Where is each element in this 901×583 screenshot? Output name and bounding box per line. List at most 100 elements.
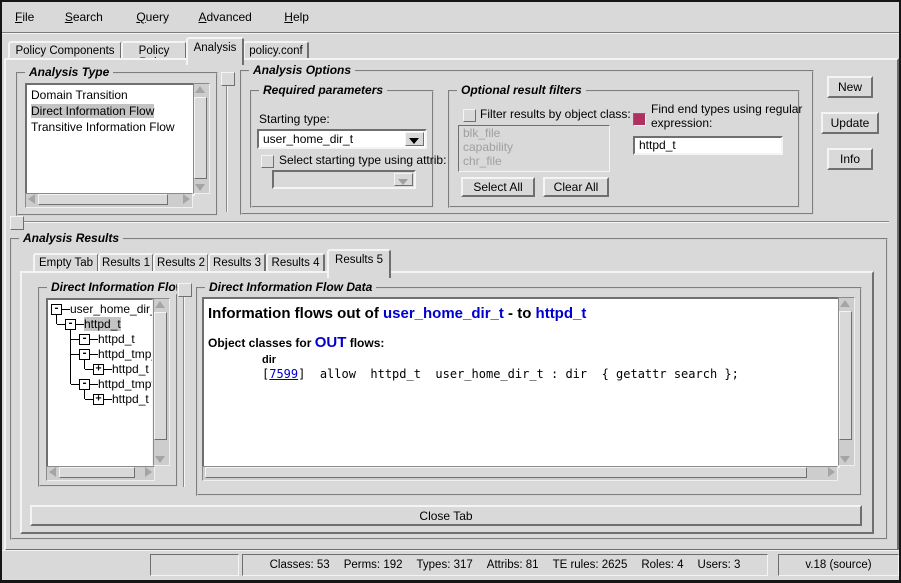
combo-dropdown-button[interactable] bbox=[405, 132, 424, 146]
close-tab-button[interactable]: Close Tab bbox=[30, 505, 862, 526]
required-parameters-frame: Required parameters bbox=[250, 90, 434, 208]
scroll-down-icon[interactable] bbox=[840, 456, 850, 463]
object-class-checkbox[interactable] bbox=[463, 109, 476, 122]
chevron-down-icon bbox=[398, 179, 408, 185]
regex-checkbox[interactable] bbox=[633, 113, 646, 126]
policy-stats-panel: Classes: 53 Perms: 192 Types: 317 Attrib… bbox=[242, 554, 768, 576]
stat-perms: Perms: 192 bbox=[344, 559, 403, 571]
tree-vscrollbar[interactable] bbox=[153, 298, 170, 466]
list-item[interactable]: Domain Transition bbox=[27, 87, 193, 103]
update-button[interactable]: Update bbox=[821, 112, 879, 134]
analysis-type-vscrollbar[interactable] bbox=[193, 83, 210, 194]
pane-sash-handle[interactable] bbox=[221, 72, 235, 86]
scroll-down-icon[interactable] bbox=[155, 456, 165, 463]
menu-search[interactable]: Search bbox=[56, 2, 112, 24]
stat-te-rules: TE rules: 2625 bbox=[553, 559, 628, 571]
scroll-thumb[interactable] bbox=[154, 312, 167, 440]
results-tab-empty[interactable]: Empty Tab bbox=[33, 253, 99, 273]
scroll-right-icon[interactable] bbox=[145, 467, 152, 477]
starting-type-value: user_home_dir_t bbox=[263, 132, 353, 146]
target-type: httpd_t bbox=[536, 305, 587, 322]
menu-file[interactable]: File bbox=[6, 2, 43, 24]
results-sash[interactable] bbox=[23, 221, 889, 223]
flow-data-textarea[interactable]: Information flows out of user_home_dir_t… bbox=[202, 297, 840, 468]
tree-node[interactable]: user_home_dir_t bbox=[70, 302, 154, 316]
scroll-left-icon[interactable] bbox=[49, 467, 56, 477]
results-tab-3[interactable]: Results 3 bbox=[208, 253, 266, 273]
rule-number-link[interactable]: 7599 bbox=[269, 367, 298, 381]
tree-node[interactable]: httpd_t bbox=[112, 362, 149, 376]
scroll-up-icon[interactable] bbox=[155, 301, 165, 308]
results-tab-2[interactable]: Results 2 bbox=[153, 253, 209, 273]
list-item: chr_file bbox=[459, 154, 609, 168]
menu-advanced[interactable]: Advanced bbox=[189, 2, 260, 24]
tree-expand-toggle[interactable]: - bbox=[79, 334, 90, 345]
results-tab-1[interactable]: Results 1 bbox=[98, 253, 154, 273]
object-class-listbox-disabled: blk_file capability chr_file bbox=[458, 125, 610, 172]
scroll-down-icon[interactable] bbox=[195, 184, 205, 191]
tree-hscrollbar[interactable] bbox=[46, 466, 155, 481]
regex-input[interactable]: httpd_t bbox=[633, 136, 783, 155]
stat-roles: Roles: 4 bbox=[641, 559, 683, 571]
tree-connector bbox=[71, 339, 79, 340]
regex-label-line1: Find end types using regular bbox=[651, 102, 802, 116]
pane-sash[interactable] bbox=[226, 85, 228, 212]
scroll-thumb[interactable] bbox=[839, 311, 852, 440]
regex-label-line2: expression: bbox=[651, 116, 712, 130]
scroll-up-icon[interactable] bbox=[840, 300, 850, 307]
scroll-thumb[interactable] bbox=[59, 467, 135, 478]
new-button[interactable]: New bbox=[827, 76, 873, 98]
tree-node[interactable]: httpd_tmp_t bbox=[98, 347, 154, 361]
tree-data-sash[interactable] bbox=[183, 295, 185, 487]
tree-expand-toggle[interactable]: - bbox=[79, 379, 90, 390]
stat-attribs: Attribs: 81 bbox=[487, 559, 539, 571]
tree-connector bbox=[85, 369, 93, 370]
analysis-type-listbox: Domain Transition Direct Information Flo… bbox=[25, 83, 195, 196]
tree-expand-toggle[interactable]: - bbox=[79, 349, 90, 360]
attrib-checkbox-label: Select starting type using attrib: bbox=[279, 153, 446, 167]
results-sash-handle[interactable] bbox=[10, 216, 24, 230]
results-tab-5[interactable]: Results 5 bbox=[327, 249, 391, 278]
data-hscrollbar[interactable] bbox=[202, 466, 838, 481]
data-vscrollbar[interactable] bbox=[838, 297, 855, 466]
select-all-button[interactable]: Select All bbox=[461, 177, 535, 197]
info-button[interactable]: Info bbox=[827, 148, 873, 170]
list-item[interactable]: Direct Information Flow bbox=[27, 103, 193, 119]
tree-connector bbox=[57, 324, 65, 325]
results-tab-4[interactable]: Results 4 bbox=[266, 253, 325, 273]
required-parameters-title: Required parameters bbox=[259, 83, 387, 97]
scroll-thumb[interactable] bbox=[38, 194, 168, 205]
scroll-up-icon[interactable] bbox=[195, 86, 205, 93]
tree-node[interactable]: httpd_t bbox=[112, 392, 149, 406]
analysis-type-hscrollbar[interactable] bbox=[25, 193, 193, 208]
list-item[interactable]: Transitive Information Flow bbox=[27, 119, 193, 135]
clear-all-button[interactable]: Clear All bbox=[543, 177, 609, 197]
attrib-combobox-disabled bbox=[272, 170, 416, 189]
flow-header: Information flows out of user_home_dir_t… bbox=[208, 305, 838, 322]
menu-query[interactable]: Query bbox=[127, 2, 178, 24]
flow-direction: OUT bbox=[315, 334, 347, 351]
tree-expand-toggle[interactable]: - bbox=[51, 304, 62, 315]
list-item: blk_file bbox=[459, 126, 609, 140]
scroll-right-icon[interactable] bbox=[183, 194, 190, 204]
tree-data-sash-handle[interactable] bbox=[178, 283, 192, 297]
scroll-thumb[interactable] bbox=[205, 467, 807, 478]
tree-connector bbox=[71, 354, 79, 355]
menu-separator bbox=[2, 32, 899, 34]
tree-expand-toggle[interactable]: + bbox=[93, 364, 104, 375]
scroll-right-icon[interactable] bbox=[828, 467, 835, 477]
tree-node[interactable]: httpd_tmpfs_t bbox=[98, 377, 154, 391]
scroll-thumb[interactable] bbox=[194, 97, 207, 179]
tree-node[interactable]: httpd_t bbox=[98, 332, 135, 346]
scroll-left-icon[interactable] bbox=[28, 194, 35, 204]
attrib-checkbox[interactable] bbox=[261, 155, 274, 168]
tree-expand-toggle[interactable]: - bbox=[65, 319, 76, 330]
menu-help[interactable]: Help bbox=[275, 2, 318, 24]
analysis-type-title: Analysis Type bbox=[25, 65, 113, 79]
tab-analysis[interactable]: Analysis bbox=[186, 37, 244, 65]
stat-types: Types: 317 bbox=[417, 559, 473, 571]
status-bar: Classes: 53 Perms: 192 Types: 317 Attrib… bbox=[2, 550, 899, 579]
tree-node-selected[interactable]: httpd_t bbox=[84, 317, 121, 331]
tree-expand-toggle[interactable]: + bbox=[93, 394, 104, 405]
starting-type-combobox[interactable]: user_home_dir_t bbox=[257, 129, 427, 149]
